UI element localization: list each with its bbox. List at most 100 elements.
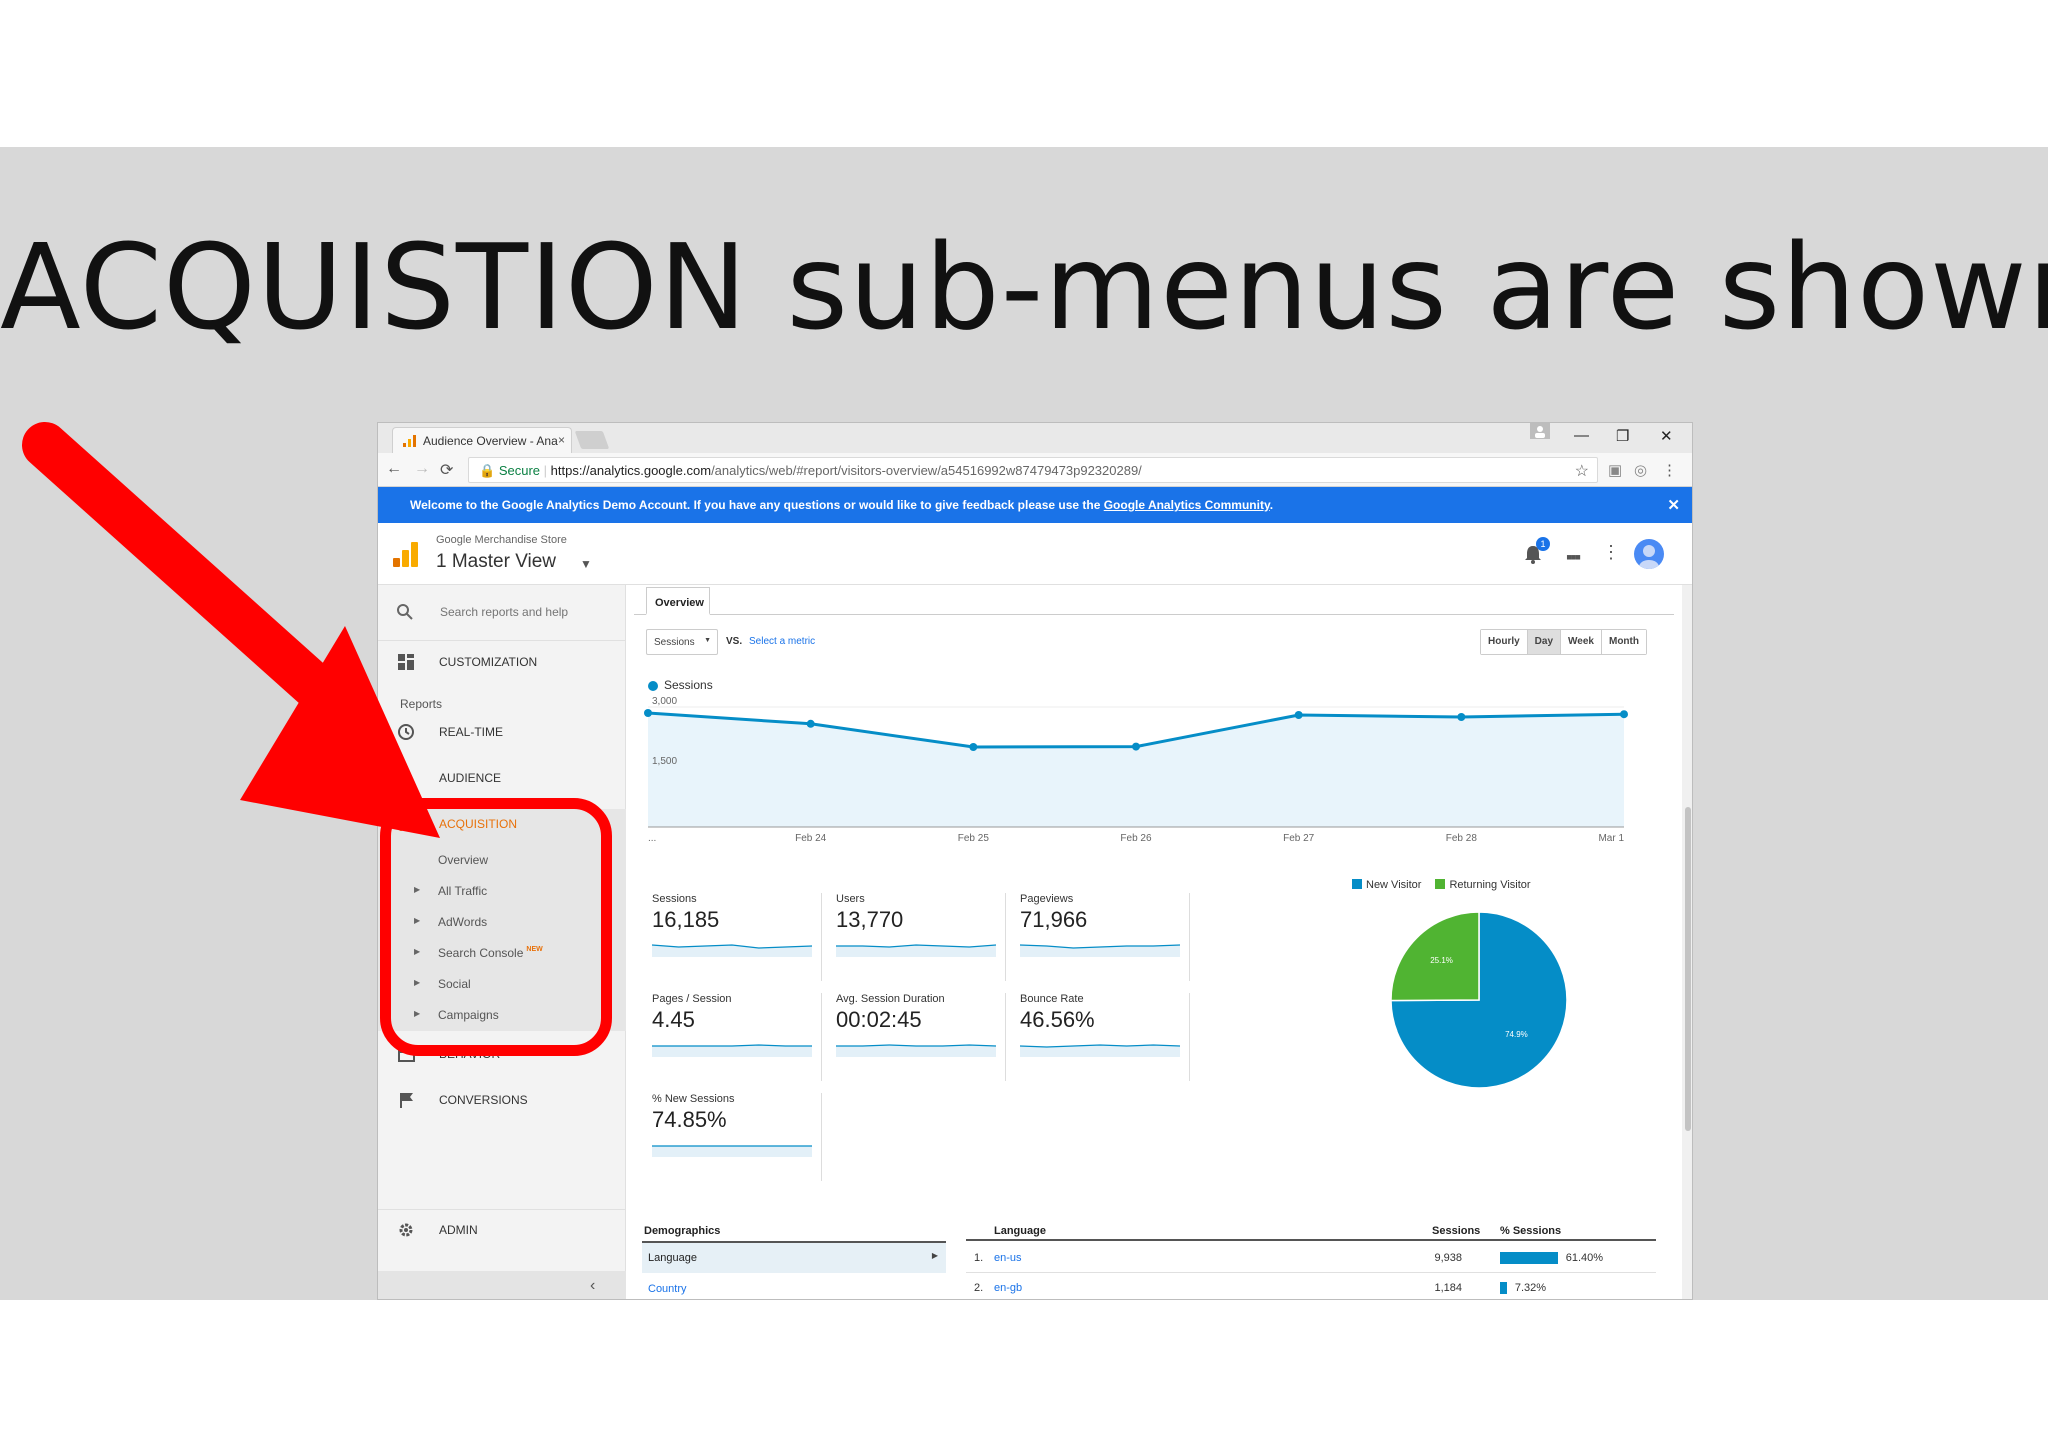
period-week-button[interactable]: Week	[1561, 630, 1602, 654]
row-pct-sessions: 61.40%	[1565, 1252, 1604, 1264]
y-tick-label: 3,000	[652, 696, 677, 707]
metric-sparkline	[836, 1044, 996, 1057]
period-day-button[interactable]: Day	[1527, 630, 1562, 654]
restore-icon[interactable]: ❐	[1616, 427, 1629, 445]
language-table-header: Language Sessions % Sessions	[966, 1223, 1656, 1241]
metric-card[interactable]: Users 13,770	[826, 893, 1006, 981]
table-row[interactable]: 1. en-us 9,938 61.40%	[966, 1243, 1656, 1273]
close-window-icon[interactable]: ✕	[1660, 427, 1673, 445]
x-tick-label: Feb 24	[795, 833, 827, 844]
language-link[interactable]: en-us	[994, 1252, 1022, 1264]
sidebar-item-admin[interactable]: ADMIN	[378, 1209, 626, 1249]
sessions-legend-dot	[648, 681, 658, 691]
sidebar-collapse-bar[interactable]: ‹	[378, 1271, 626, 1299]
visitor-pie-chart: 74.9% 25.1%	[1390, 911, 1568, 1089]
sparkline-area	[652, 1045, 812, 1057]
metric-value: 13,770	[836, 907, 904, 932]
pie-legend: New Visitor Returning Visitor	[1352, 879, 1545, 891]
demographics-title: Demographics	[644, 1225, 721, 1237]
ga-header: Google Merchandise Store 1 Master View ▼…	[378, 523, 1692, 585]
metric-card[interactable]: Pageviews 71,966	[1010, 893, 1190, 981]
legend-label: New Visitor	[1366, 879, 1422, 891]
vs-label: VS.	[726, 636, 743, 647]
new-tab-button[interactable]	[574, 431, 610, 449]
address-bar-row: ← → ⟳ 🔒 Secure | https://analytics.googl…	[378, 453, 1692, 487]
metric-sparkline	[652, 1145, 812, 1157]
col-header-pct-sessions: % Sessions	[1500, 1225, 1562, 1237]
metric-value: 00:02:45	[836, 1007, 922, 1032]
url-path: /analytics/web/#report/visitors-overview…	[711, 463, 1142, 478]
minimize-icon[interactable]: —	[1574, 427, 1589, 444]
period-month-button[interactable]: Month	[1601, 630, 1646, 654]
pie-slice-label: 74.9%	[1505, 1030, 1528, 1039]
metric-card[interactable]: % New Sessions 74.85%	[642, 1093, 822, 1181]
sparkline-area	[836, 1045, 996, 1057]
star-icon[interactable]: ☆	[1575, 461, 1589, 481]
metric-name: Avg. Session Duration	[836, 993, 945, 1005]
sessions-line-chart: 3,000 1,500... Feb 24 Feb 25 Feb 26 Feb 27 Feb…	[644, 696, 1628, 844]
period-hourly-button[interactable]: Hourly	[1481, 630, 1528, 654]
more-vert-icon[interactable]: ⋮	[1602, 542, 1620, 563]
tab-close-icon[interactable]: ×	[558, 433, 565, 447]
search-input[interactable]	[440, 600, 610, 624]
metric-sparkline	[1020, 1044, 1180, 1057]
sidebar-item-conversions[interactable]: CONVERSIONS	[378, 1085, 626, 1115]
profile-icon[interactable]	[1530, 423, 1550, 439]
x-tick-label: Feb 26	[1120, 833, 1152, 844]
y-tick-label: 1,500	[652, 756, 677, 767]
scroll-thumb[interactable]	[1685, 807, 1691, 1131]
url-input[interactable]: 🔒 Secure | https://analytics.google.com/…	[468, 457, 1598, 483]
apps-grid-icon[interactable]: ▪▪▪	[1566, 547, 1581, 568]
sessions-point	[1620, 710, 1628, 719]
sidebar-item-label: ADMIN	[439, 1223, 478, 1237]
pie-legend-item: Returning Visitor	[1435, 879, 1531, 891]
metric-name: Users	[836, 893, 865, 905]
legend-swatch	[1352, 879, 1362, 889]
chevron-down-icon[interactable]: ▼	[580, 557, 592, 571]
sessions-legend-label: Sessions	[664, 678, 713, 692]
language-link[interactable]: en-gb	[994, 1282, 1022, 1294]
welcome-banner: Welcome to the Google Analytics Demo Acc…	[378, 487, 1692, 523]
table-row[interactable]: 2. en-gb 1,184 7.32%	[966, 1273, 1656, 1299]
banner-period: .	[1269, 498, 1274, 512]
banner-text: Welcome to the Google Analytics Demo Acc…	[410, 498, 1104, 512]
pdf-extension-icon[interactable]: ▣	[1608, 461, 1622, 479]
metric-card[interactable]: Bounce Rate 46.56%	[1010, 993, 1190, 1081]
pie-legend-item: New Visitor	[1352, 879, 1421, 891]
notification-badge: 1	[1536, 537, 1550, 551]
x-tick-label: Feb 25	[958, 833, 990, 844]
x-tick-label: Feb 27	[1283, 833, 1315, 844]
red-highlight-box	[380, 798, 612, 1056]
demographics-language-row[interactable]: Language ▶	[642, 1243, 946, 1273]
x-tick-label: Feb 28	[1446, 833, 1478, 844]
banner-close-icon[interactable]: ✕	[1667, 496, 1680, 514]
metric-card[interactable]: Sessions 16,185	[642, 893, 822, 981]
metric-card[interactable]: Pages / Session 4.45	[642, 993, 822, 1081]
chevron-right-icon: ▶	[931, 1251, 938, 1260]
secure-label: Secure	[498, 463, 541, 478]
url-host: https://analytics.google.com	[550, 463, 712, 478]
sparkline-area	[652, 1146, 812, 1157]
metric-sparkline	[836, 944, 996, 957]
metric-card[interactable]: Avg. Session Duration 00:02:45	[826, 993, 1006, 1081]
menu-icon[interactable]: ⋮	[1662, 461, 1677, 479]
sessions-point	[1132, 742, 1140, 751]
chrome-extension-icon[interactable]: ◎	[1634, 461, 1647, 479]
row-pct-sessions: 7.32%	[1514, 1282, 1547, 1294]
row-index: 1.	[974, 1252, 984, 1264]
lock-icon: 🔒	[479, 463, 496, 478]
metric-select[interactable]: Sessions ▼	[646, 629, 718, 655]
select-metric-link[interactable]: Select a metric	[749, 636, 815, 647]
avatar-person-icon	[1639, 545, 1659, 569]
tab-strip: Audience Overview - Ana × — ❐ ✕	[378, 423, 1692, 453]
page-scrollbar[interactable]	[1682, 585, 1692, 1299]
period-toggle: Hourly Day Week Month	[1480, 629, 1647, 655]
tab-overview[interactable]: Overview	[646, 587, 710, 615]
x-tick-label: Mar 1	[1598, 833, 1624, 844]
demographics-country-link[interactable]: Country	[648, 1283, 687, 1295]
metric-select-value: Sessions	[654, 637, 695, 648]
banner-community-link[interactable]: Google Analytics Community	[1104, 498, 1270, 512]
x-tick-label: ...	[648, 833, 656, 844]
chevron-left-icon[interactable]: ‹	[590, 1277, 595, 1295]
avatar[interactable]	[1634, 539, 1664, 569]
